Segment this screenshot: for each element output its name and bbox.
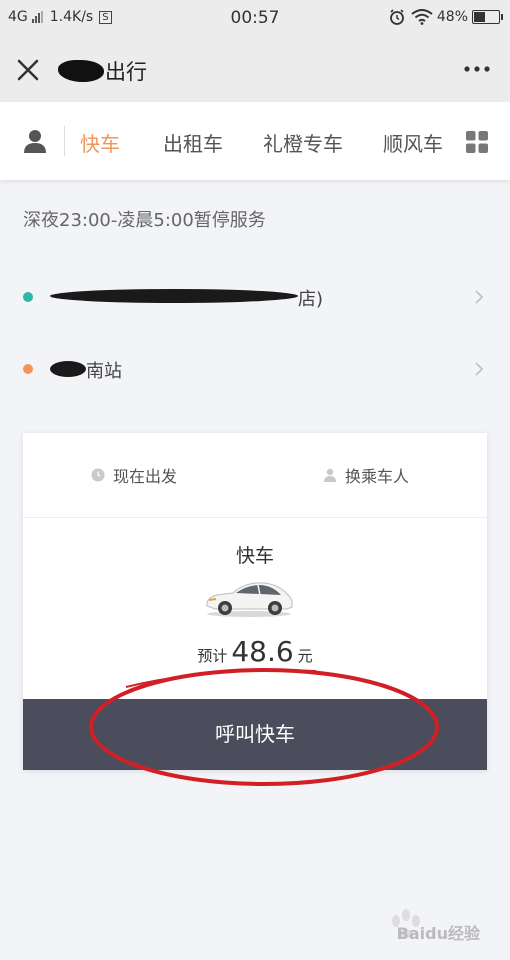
estimated-price: 预计 48.6 元 [23, 635, 487, 668]
more-services-grid-icon[interactable] [466, 131, 488, 153]
call-express-button[interactable]: 呼叫快车 [23, 699, 487, 770]
tab-premier[interactable]: 礼橙专车 [263, 128, 343, 157]
redaction-mark [50, 361, 86, 377]
destination-location: 南站 [50, 357, 122, 383]
start-location-text: 店) [298, 289, 324, 310]
destination-dot [23, 364, 33, 374]
price-value: 48.6 [231, 635, 294, 668]
change-passenger-label: 换乘车人 [345, 467, 410, 486]
page-title-text: 出行 [105, 60, 147, 84]
watermark-text: Baidu经验 [396, 924, 480, 943]
price-prefix: 预计 [197, 647, 228, 665]
status-right: 48% [389, 9, 503, 25]
close-icon[interactable] [14, 56, 42, 84]
tab-taxi[interactable]: 出租车 [163, 128, 223, 157]
alarm-icon [389, 9, 404, 25]
change-passenger-option[interactable]: 换乘车人 [323, 463, 409, 487]
start-location: 店) [50, 285, 323, 311]
price-unit: 元 [297, 647, 313, 665]
page-title: 出行 [58, 56, 147, 86]
car-icon [206, 582, 293, 617]
battery-percent: 48% [436, 9, 468, 25]
service-hours-notice: 深夜23:00-凌晨5:00暂停服务 [23, 210, 266, 231]
user-profile-icon[interactable] [22, 128, 48, 154]
destination-row[interactable]: 南站 [0, 345, 510, 395]
departure-time-option[interactable]: 现在出发 [91, 463, 177, 487]
tab-hitch[interactable]: 顺风车 [383, 128, 443, 157]
person-icon [324, 468, 336, 482]
redaction-mark [58, 60, 104, 82]
departure-time-label: 现在出发 [113, 467, 178, 486]
chevron-right-icon [475, 290, 484, 304]
clock-icon [91, 468, 105, 482]
service-tab-bar: 快车 出租车 礼橙专车 顺风车 [0, 102, 510, 180]
tab-express[interactable]: 快车 [80, 128, 120, 157]
car-type-label: 快车 [235, 545, 274, 567]
status-bar: 4G 1.4K/s S 00:57 48% [0, 0, 510, 36]
destination-text: 南站 [86, 361, 122, 382]
tab-divider [64, 126, 65, 156]
title-bar: 出行 [0, 36, 510, 102]
order-card: 现在出发 换乘车人 快车 预计 48.6 元 呼叫快车 [23, 433, 487, 770]
card-divider [23, 517, 487, 518]
redaction-mark [50, 289, 298, 303]
more-icon[interactable] [462, 62, 492, 76]
start-dot [23, 292, 33, 302]
wifi-icon [411, 9, 433, 25]
chevron-right-icon [475, 362, 484, 376]
start-location-row[interactable]: 店) [0, 273, 510, 323]
battery-icon [472, 10, 503, 24]
